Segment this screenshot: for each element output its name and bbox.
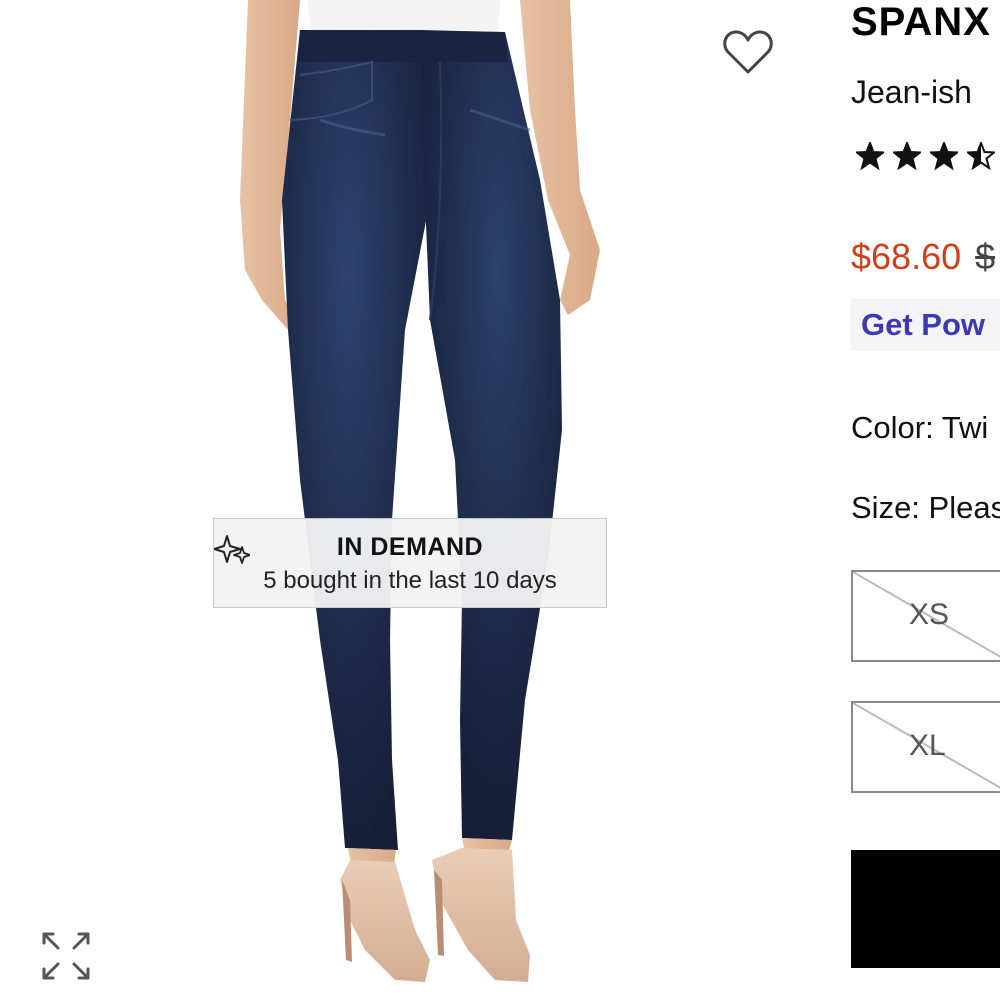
product-image[interactable]: IN DEMAND 5 bought in the last 10 days <box>0 0 830 1000</box>
in-demand-badge: IN DEMAND 5 bought in the last 10 days <box>213 518 607 608</box>
badge-title: IN DEMAND <box>336 533 484 561</box>
size-option-label: XL <box>909 729 946 762</box>
sale-price: $68.60 <box>851 236 962 277</box>
add-to-bag-button[interactable] <box>851 850 1000 968</box>
size-label: Size: <box>851 490 920 525</box>
expand-icon <box>42 932 90 980</box>
color-value: Twi <box>941 410 989 445</box>
size-option-xs[interactable]: XS <box>851 570 1000 662</box>
star-full-icon <box>856 142 884 170</box>
promo-button[interactable]: Get Pow <box>851 299 1000 351</box>
expand-image-button[interactable] <box>40 930 92 982</box>
size-option-xl[interactable]: XL <box>851 701 1000 793</box>
product-title: Jean-ish <box>851 74 972 110</box>
brand-name[interactable]: SPANX <box>851 0 991 45</box>
color-label: Color: <box>851 410 934 445</box>
size-option-label: XS <box>909 598 950 631</box>
color-selector-label: Color: Twi <box>851 410 988 446</box>
heart-outline-icon <box>723 30 773 74</box>
star-full-icon <box>893 142 921 170</box>
size-selector-label: Size: Pleas <box>851 490 1000 526</box>
jeans-photo <box>240 0 600 982</box>
promo-label: Get Pow <box>861 307 986 342</box>
price: $68.60 $ <box>851 236 995 278</box>
badge-subtitle: 5 bought in the last 10 days <box>263 567 557 594</box>
size-value: Pleas <box>928 490 1000 525</box>
star-half-icon <box>967 142 995 170</box>
original-price: $ <box>975 236 996 277</box>
rating-stars[interactable] <box>856 142 1000 170</box>
wishlist-button[interactable] <box>722 28 774 76</box>
sparkle-icon <box>214 535 250 564</box>
star-full-icon <box>930 142 958 170</box>
